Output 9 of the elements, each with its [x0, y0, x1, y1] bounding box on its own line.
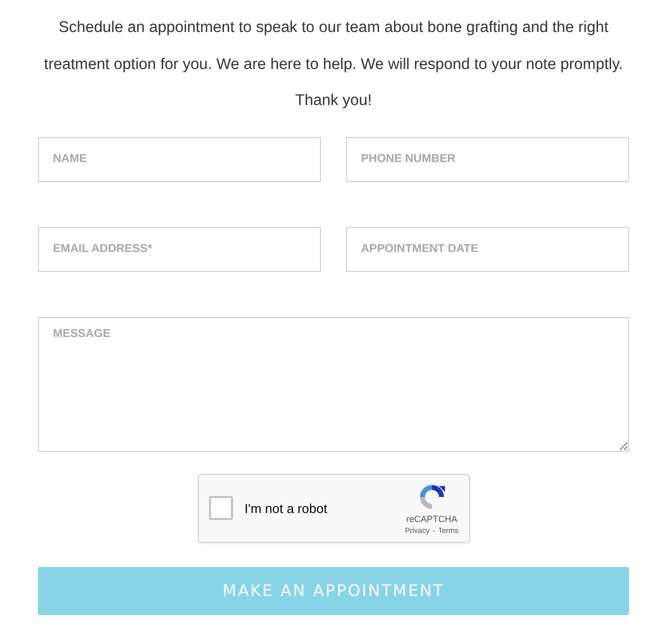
captcha-label: I'm not a robot — [244, 500, 328, 516]
input-field[interactable]: APPOINTMENT DATE — [346, 226, 629, 272]
message-field[interactable]: MESSAGE — [38, 316, 629, 452]
input-field[interactable]: PHONE NUMBER — [346, 136, 629, 182]
captcha-brand: reCAPTCHA — [406, 514, 458, 524]
intro-text: Schedule an appointment to speak to our team about bone grafting and the right treatment option for you. We are here to help. We will respond to your note promptly. Thank you! — [43, 18, 624, 111]
checkbox[interactable] — [208, 496, 232, 520]
input-field[interactable]: EMAIL ADDRESS* — [38, 226, 321, 272]
input-field[interactable]: NAME — [38, 136, 321, 182]
